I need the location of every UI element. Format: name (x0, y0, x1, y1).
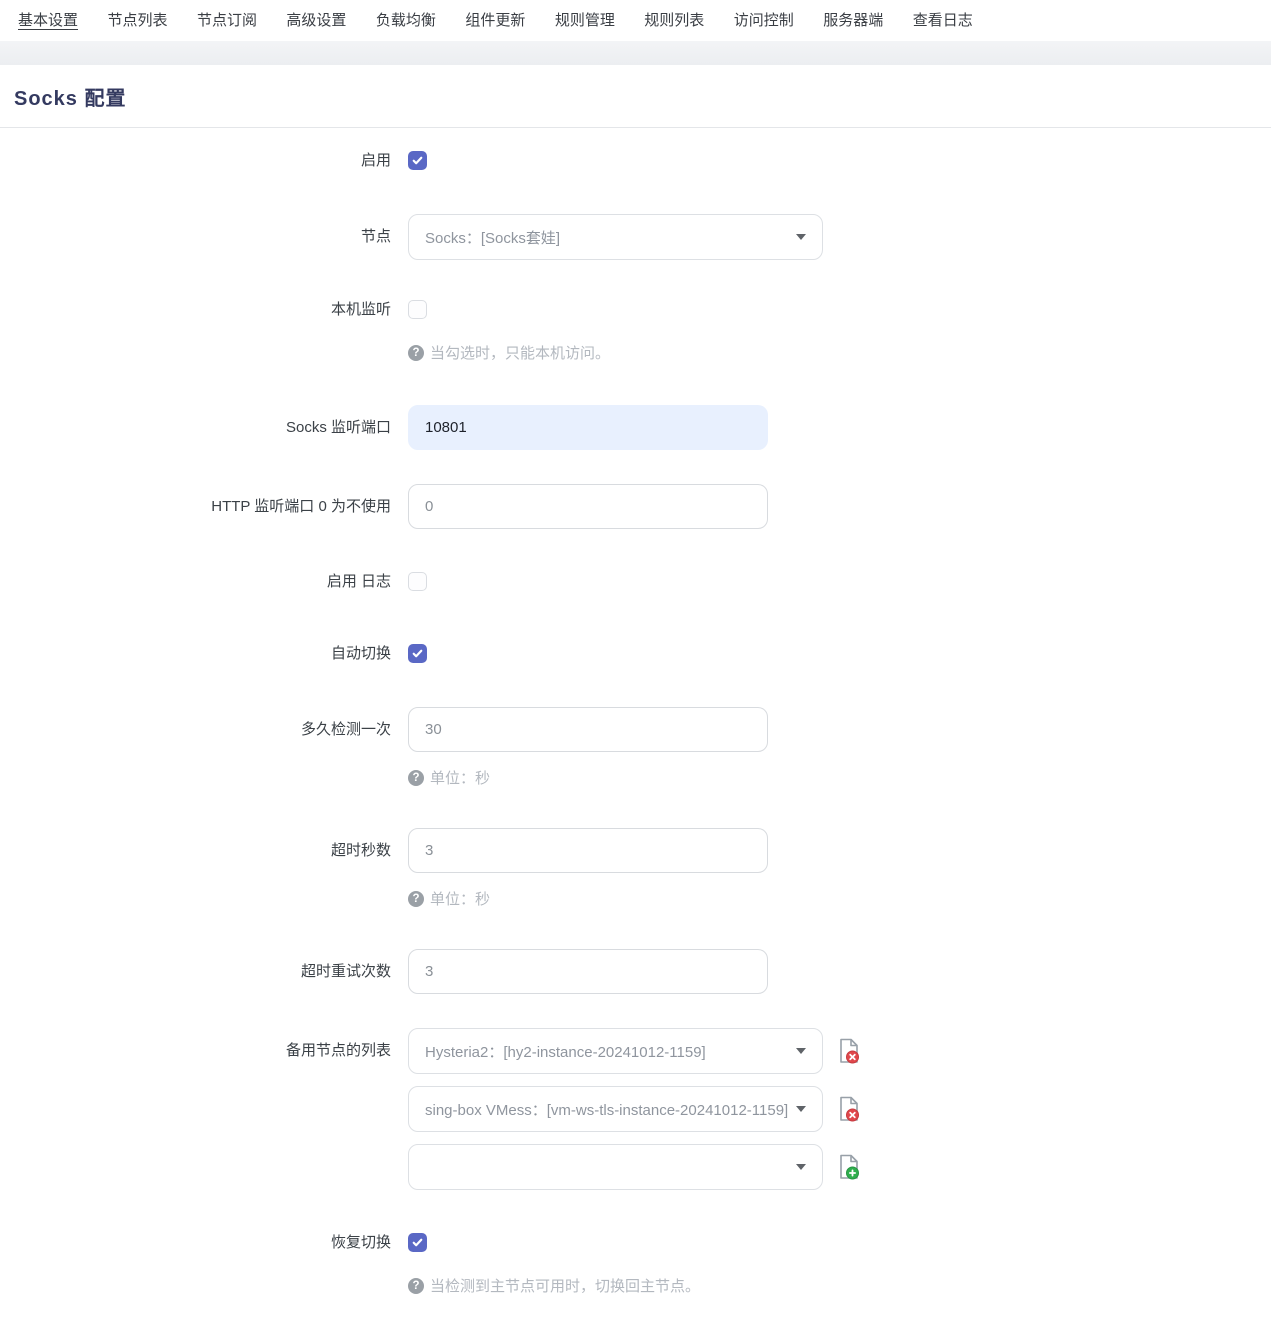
enable-label: 启用 (0, 151, 408, 170)
check-icon (411, 154, 424, 167)
top-navigation: 基本设置 节点列表 节点订阅 高级设置 负载均衡 组件更新 规则管理 规则列表 … (0, 0, 1271, 41)
tab-basic-settings[interactable]: 基本设置 (18, 9, 78, 30)
chevron-down-icon (796, 234, 806, 240)
tab-advanced-settings[interactable]: 高级设置 (286, 9, 346, 30)
question-icon: ? (408, 345, 424, 361)
restore-switch-label: 恢复切换 (0, 1233, 408, 1252)
probe-interval-hint: ? 单位：秒 (408, 767, 768, 788)
check-icon (411, 1236, 424, 1249)
remove-backup-node-button[interactable] (839, 1096, 860, 1123)
question-icon: ? (408, 891, 424, 907)
restore-switch-hint: ? 当检测到主节点可用时，切换回主节点。 (408, 1275, 700, 1296)
enable-log-label: 启用 日志 (0, 572, 408, 591)
tab-server-side[interactable]: 服务器端 (823, 9, 883, 30)
tab-node-list[interactable]: 节点列表 (107, 9, 167, 30)
check-icon (411, 647, 424, 660)
question-icon: ? (408, 770, 424, 786)
auto-switch-label: 自动切换 (0, 644, 408, 663)
node-select[interactable]: Socks：[Socks套娃] (408, 214, 823, 260)
tab-view-log[interactable]: 查看日志 (913, 9, 973, 30)
tab-component-update[interactable]: 组件更新 (465, 9, 525, 30)
chevron-down-icon (796, 1164, 806, 1170)
socks-config-form: 启用 节点 Socks：[Socks套娃] 本机监听 ? 当勾选时，只能本机访问… (0, 128, 1271, 1296)
local-listen-label: 本机监听 (0, 300, 408, 319)
row-socks-port: Socks 监听端口 (0, 405, 1271, 450)
node-label: 节点 (0, 214, 408, 260)
http-port-input[interactable] (408, 484, 768, 529)
http-port-label: HTTP 监听端口 0 为不使用 (0, 484, 408, 529)
row-restore-switch: 恢复切换 ? 当检测到主节点可用时，切换回主节点。 (0, 1233, 1271, 1296)
backup-nodes-label: 备用节点的列表 (0, 1028, 408, 1074)
backup-node-select-1[interactable]: Hysteria2：[hy2-instance-20241012-1159] (408, 1028, 823, 1074)
row-timeout-seconds: 超时秒数 ? 单位：秒 (0, 828, 1271, 909)
backup-node-line (408, 1144, 860, 1190)
row-backup-nodes: 备用节点的列表 Hysteria2：[hy2-instance-20241012… (0, 1028, 1271, 1190)
backup-node-line: sing-box VMess：[vm-ws-tls-instance-20241… (408, 1086, 860, 1132)
backup-node-select-2[interactable]: sing-box VMess：[vm-ws-tls-instance-20241… (408, 1086, 823, 1132)
row-timeout-retries: 超时重试次数 (0, 949, 1271, 994)
chevron-down-icon (796, 1106, 806, 1112)
backup-node-select-1-value: Hysteria2：[hy2-instance-20241012-1159] (425, 1041, 806, 1062)
timeout-seconds-label: 超时秒数 (0, 828, 408, 873)
doc-remove-icon (839, 1096, 860, 1123)
chevron-down-icon (796, 1048, 806, 1054)
page-title: Socks 配置 (14, 82, 1257, 111)
doc-remove-icon (839, 1038, 860, 1065)
probe-interval-label: 多久检测一次 (0, 707, 408, 752)
add-backup-node-button[interactable] (839, 1154, 860, 1181)
tab-rule-manage[interactable]: 规则管理 (555, 9, 615, 30)
enable-checkbox[interactable] (408, 151, 427, 170)
row-auto-switch: 自动切换 (0, 644, 1271, 663)
backup-node-select-2-value: sing-box VMess：[vm-ws-tls-instance-20241… (425, 1099, 806, 1120)
row-local-listen: 本机监听 ? 当勾选时，只能本机访问。 (0, 300, 1271, 363)
timeout-retries-label: 超时重试次数 (0, 949, 408, 994)
row-http-port: HTTP 监听端口 0 为不使用 (0, 484, 1271, 529)
socks-port-label: Socks 监听端口 (0, 405, 408, 450)
enable-log-checkbox[interactable] (408, 572, 427, 591)
nav-separator-band (0, 41, 1271, 65)
timeout-retries-input[interactable] (408, 949, 768, 994)
socks-port-input[interactable] (408, 405, 768, 450)
row-probe-interval: 多久检测一次 ? 单位：秒 (0, 707, 1271, 788)
local-listen-hint: ? 当勾选时，只能本机访问。 (408, 342, 610, 363)
timeout-seconds-hint: ? 单位：秒 (408, 888, 768, 909)
tab-rule-list[interactable]: 规则列表 (644, 9, 704, 30)
tab-access-control[interactable]: 访问控制 (734, 9, 794, 30)
row-node: 节点 Socks：[Socks套娃] (0, 214, 1271, 260)
remove-backup-node-button[interactable] (839, 1038, 860, 1065)
tab-node-subscribe[interactable]: 节点订阅 (197, 9, 257, 30)
backup-node-select-3[interactable] (408, 1144, 823, 1190)
node-select-value: Socks：[Socks套娃] (425, 227, 806, 248)
row-enable-log: 启用 日志 (0, 572, 1271, 591)
question-icon: ? (408, 1278, 424, 1294)
local-listen-checkbox[interactable] (408, 300, 427, 319)
timeout-seconds-input[interactable] (408, 828, 768, 873)
restore-switch-checkbox[interactable] (408, 1233, 427, 1252)
auto-switch-checkbox[interactable] (408, 644, 427, 663)
doc-add-icon (839, 1154, 860, 1181)
row-enable: 启用 (0, 151, 1271, 170)
tab-load-balance[interactable]: 负载均衡 (376, 9, 436, 30)
backup-node-line: Hysteria2：[hy2-instance-20241012-1159] (408, 1028, 860, 1074)
probe-interval-input[interactable] (408, 707, 768, 752)
